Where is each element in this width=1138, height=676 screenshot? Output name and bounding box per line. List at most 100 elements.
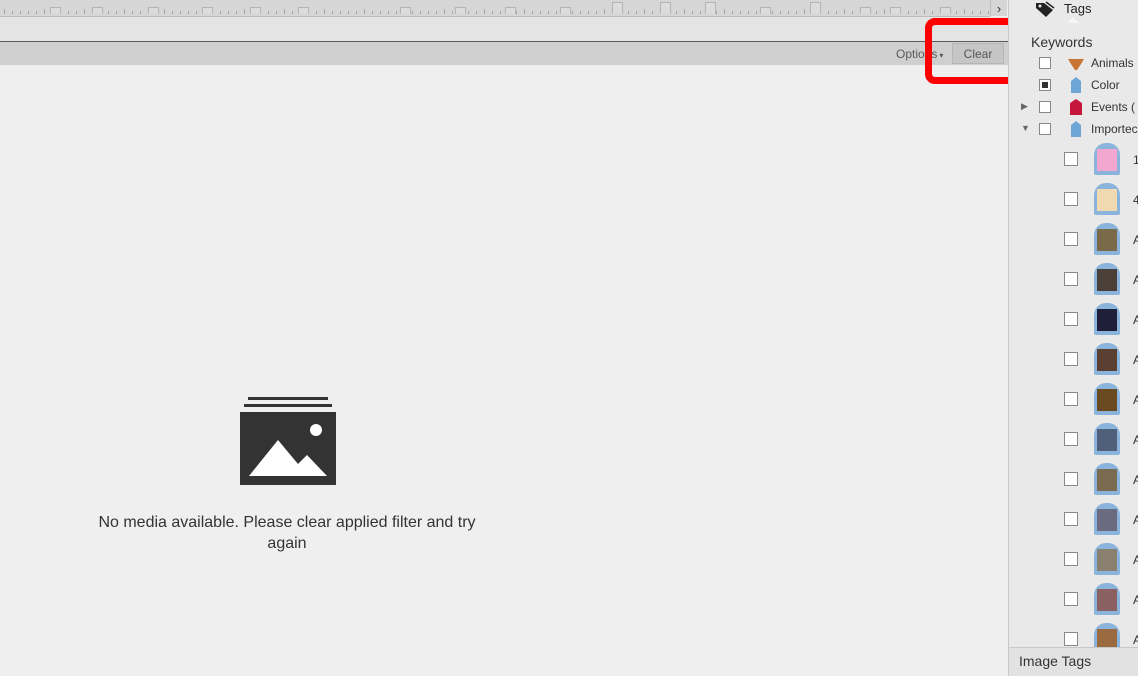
tag-checkbox[interactable] xyxy=(1064,352,1078,366)
timeline-tick xyxy=(964,9,965,14)
tag-checkbox[interactable] xyxy=(1064,312,1078,326)
timeline-ruler[interactable] xyxy=(0,0,990,17)
imported-tag-row[interactable]: A xyxy=(1009,300,1138,340)
timeline-marker[interactable] xyxy=(400,7,411,14)
timeline-tick xyxy=(180,11,181,14)
timeline-tick xyxy=(724,9,725,14)
imported-tag-row[interactable]: A xyxy=(1009,540,1138,580)
clear-button[interactable]: Clear xyxy=(952,43,1004,64)
timeline-tick xyxy=(852,11,853,14)
timeline-marker[interactable] xyxy=(810,2,821,14)
keywords-header: Keywords xyxy=(1031,34,1093,50)
imported-tag-label: A xyxy=(1133,473,1138,487)
timeline-marker[interactable] xyxy=(455,7,466,14)
imported-tag-row[interactable]: A xyxy=(1009,460,1138,500)
timeline-tick xyxy=(228,11,229,14)
timeline-tick xyxy=(428,11,429,14)
timeline-tick xyxy=(540,11,541,14)
keyword-category-row[interactable]: Color xyxy=(1009,74,1138,96)
imported-tag-label: 4 xyxy=(1133,193,1138,207)
timeline-tick xyxy=(276,11,277,14)
tag-checkbox[interactable] xyxy=(1064,232,1078,246)
imported-tag-row[interactable]: A xyxy=(1009,220,1138,260)
no-media-icon xyxy=(240,397,336,485)
options-menu[interactable]: Options ▾ xyxy=(896,47,943,61)
tag-checkbox[interactable] xyxy=(1064,592,1078,606)
imported-tag-row[interactable]: A xyxy=(1009,260,1138,300)
tag-checkbox[interactable] xyxy=(1064,472,1078,486)
timeline-tick xyxy=(572,11,573,14)
timeline-tick xyxy=(28,11,29,14)
tag-thumbnail xyxy=(1094,503,1120,535)
timeline-marker[interactable] xyxy=(505,7,516,14)
tag-checkbox[interactable] xyxy=(1064,432,1078,446)
color-tag-icon xyxy=(1071,77,1081,93)
tag-checkbox[interactable] xyxy=(1064,152,1078,166)
imported-tag-icon xyxy=(1071,121,1081,137)
timeline-marker[interactable] xyxy=(202,7,213,14)
keyword-category-row[interactable]: Animals xyxy=(1009,52,1138,74)
timeline-tick xyxy=(44,9,45,14)
timeline-marker[interactable] xyxy=(860,7,871,14)
keyword-category-row[interactable]: ▶ Events ( xyxy=(1009,96,1138,118)
timeline-marker[interactable] xyxy=(760,7,771,14)
timeline-tick xyxy=(500,11,501,14)
timeline-marker[interactable] xyxy=(612,2,623,14)
timeline-marker[interactable] xyxy=(940,7,951,14)
options-caret-icon: ▾ xyxy=(939,51,944,60)
keyword-checkbox[interactable] xyxy=(1039,101,1051,113)
imported-tag-row[interactable]: 1 xyxy=(1009,140,1138,180)
timeline-marker[interactable] xyxy=(298,7,309,14)
timeline-tick xyxy=(324,9,325,14)
tag-checkbox[interactable] xyxy=(1064,552,1078,566)
timeline-tick xyxy=(444,9,445,14)
collapsed-arrow-icon[interactable]: ▶ xyxy=(1021,101,1028,112)
keyword-checkbox[interactable] xyxy=(1039,123,1051,135)
imported-tag-label: A xyxy=(1133,633,1138,647)
tag-checkbox[interactable] xyxy=(1064,512,1078,526)
keyword-category-label: Color xyxy=(1091,78,1120,92)
timeline-marker[interactable] xyxy=(660,2,671,14)
timeline-marker[interactable] xyxy=(92,7,103,14)
imported-tag-row[interactable]: A xyxy=(1009,420,1138,460)
tag-thumbnail xyxy=(1094,263,1120,295)
keyword-checkbox[interactable] xyxy=(1039,57,1051,69)
timeline-tick xyxy=(76,11,77,14)
image-tags-section[interactable]: Image Tags xyxy=(1009,647,1138,676)
timeline-tick xyxy=(468,11,469,14)
imported-tag-row[interactable]: A xyxy=(1009,380,1138,420)
tag-thumbnail xyxy=(1094,423,1120,455)
timeline-tick xyxy=(836,11,837,14)
timeline-marker[interactable] xyxy=(250,7,261,14)
tag-photo xyxy=(1097,349,1117,371)
imported-tag-row[interactable]: A xyxy=(1009,500,1138,540)
tags-tab[interactable]: Tags xyxy=(1034,0,1091,17)
imported-tag-row[interactable]: A xyxy=(1009,340,1138,380)
keyword-category-row[interactable]: ▼ Importec xyxy=(1009,118,1138,140)
tag-checkbox[interactable] xyxy=(1064,272,1078,286)
timeline-tick xyxy=(588,11,589,14)
timeline-tick xyxy=(4,9,5,14)
timeline-tick xyxy=(188,11,189,14)
timeline-marker[interactable] xyxy=(50,7,61,14)
expanded-arrow-icon[interactable]: ▼ xyxy=(1021,123,1030,133)
timeline-tick xyxy=(12,11,13,14)
timeline-scroll-right-icon[interactable]: › xyxy=(990,0,1007,16)
tag-checkbox[interactable] xyxy=(1064,632,1078,646)
imported-tag-row[interactable]: A xyxy=(1009,580,1138,620)
timeline-tick xyxy=(876,11,877,14)
tag-checkbox[interactable] xyxy=(1064,392,1078,406)
timeline-tick xyxy=(916,11,917,14)
timeline-tick xyxy=(84,9,85,14)
tag-photo xyxy=(1097,229,1117,251)
timeline-marker[interactable] xyxy=(890,7,901,14)
imported-tag-label: A xyxy=(1133,553,1138,567)
tag-checkbox[interactable] xyxy=(1064,192,1078,206)
timeline-marker[interactable] xyxy=(148,7,159,14)
tag-photo xyxy=(1097,549,1117,571)
imported-tag-row[interactable]: 4 xyxy=(1009,180,1138,220)
timeline-marker[interactable] xyxy=(560,7,571,14)
keyword-checkbox[interactable] xyxy=(1039,79,1051,91)
timeline-marker[interactable] xyxy=(705,2,716,14)
timeline-tick xyxy=(396,11,397,14)
